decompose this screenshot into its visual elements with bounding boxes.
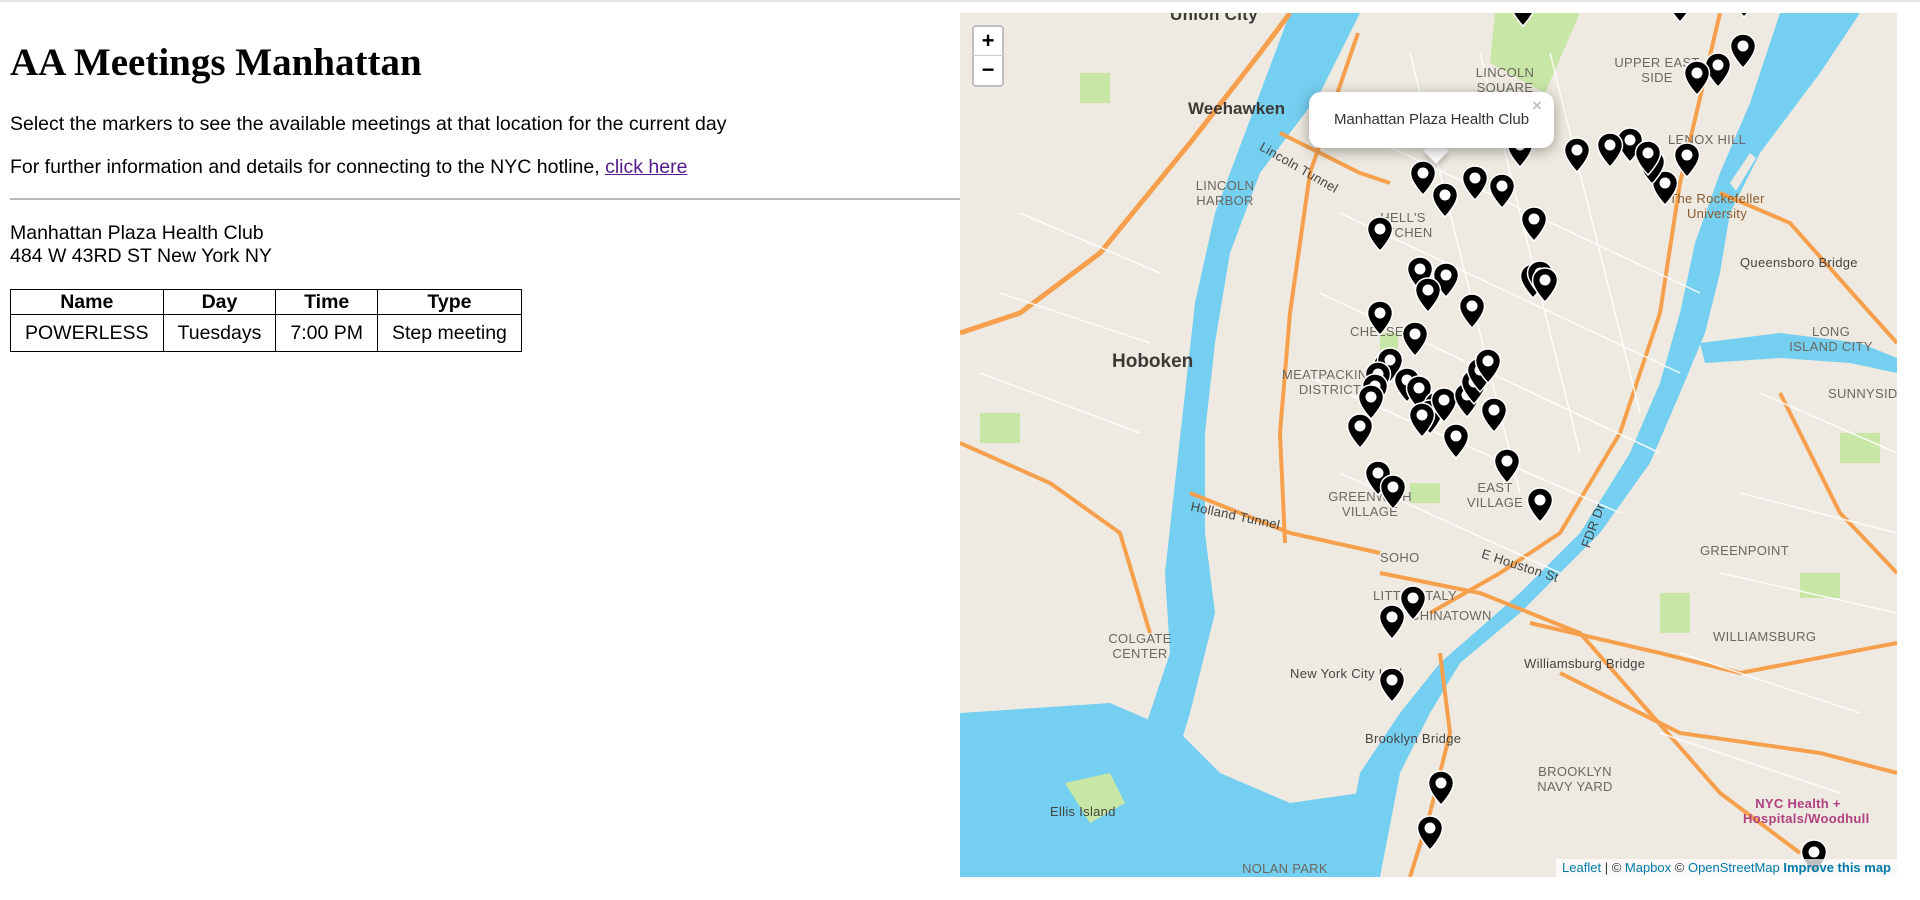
- meeting-location-marker[interactable]: [1442, 423, 1470, 459]
- meeting-location-marker[interactable]: [1346, 413, 1374, 449]
- attribution-separator: | ©: [1601, 860, 1625, 875]
- info-panel: AA Meetings Manhattan Select the markers…: [0, 2, 960, 900]
- hotline-text: For further information and details for …: [10, 156, 606, 178]
- cell-time: 7:00 PM: [275, 314, 378, 352]
- attribution-mapbox-link[interactable]: Mapbox: [1625, 860, 1671, 875]
- label-colgate-center: COLGATE CENTER: [1108, 631, 1172, 661]
- label-hoboken: Hoboken: [1112, 351, 1194, 372]
- meeting-location-marker[interactable]: [1596, 132, 1624, 168]
- label-east-village: EAST VILLAGE: [1466, 480, 1524, 510]
- table-header-row: Name Day Time Type: [10, 289, 522, 315]
- popup-text: Manhattan Plaza Health Club: [1333, 111, 1530, 128]
- attribution-osm-link[interactable]: OpenStreetMap: [1688, 860, 1780, 875]
- meeting-location-marker[interactable]: [1683, 60, 1711, 96]
- meeting-location-marker[interactable]: [1563, 137, 1591, 173]
- label-williamsburg: WILLIAMSBURG: [1713, 629, 1817, 644]
- location-block: Manhattan Plaza Health Club 484 W 43RD S…: [10, 222, 272, 268]
- meeting-location-marker[interactable]: [1378, 667, 1406, 703]
- label-long-island-city: LONG ISLAND CITY: [1789, 324, 1873, 354]
- attribution-separator: ©: [1671, 860, 1688, 875]
- meeting-location-marker[interactable]: [1379, 474, 1407, 510]
- label-soho: SOHO: [1380, 550, 1420, 565]
- label-lincoln-square: LINCOLN SQUARE: [1475, 65, 1535, 95]
- meeting-location-marker[interactable]: [1634, 140, 1662, 176]
- column-header-day: Day: [162, 289, 277, 315]
- meeting-location-marker[interactable]: [1730, 13, 1758, 18]
- cell-day: Tuesdays: [162, 314, 277, 352]
- meeting-location-marker[interactable]: [1399, 585, 1427, 621]
- label-greenpoint: GREENPOINT: [1700, 543, 1789, 558]
- meeting-location-marker[interactable]: [1509, 13, 1537, 27]
- label-nyc-health: NYC Health + Hospitals/Woodhull: [1743, 796, 1870, 826]
- location-name: Manhattan Plaza Health Club: [10, 222, 264, 244]
- map-popup: Manhattan Plaza Health Club: [1309, 92, 1554, 148]
- map-attribution: Leaflet | © Mapbox © OpenStreetMap Impro…: [1556, 859, 1897, 877]
- page-title: AA Meetings Manhattan: [10, 41, 422, 84]
- zoom-out-button[interactable]: −: [972, 55, 1004, 87]
- meeting-location-marker[interactable]: [1427, 770, 1455, 806]
- meeting-table: Name Day Time Type POWERLESS Tuesdays 7:…: [10, 289, 522, 352]
- cell-name: POWERLESS: [10, 314, 164, 352]
- meeting-location-marker[interactable]: [1666, 13, 1694, 23]
- hotline-link[interactable]: click here: [605, 156, 687, 178]
- meeting-location-marker[interactable]: [1474, 348, 1502, 384]
- divider: [10, 198, 960, 200]
- label-lincoln-harbor: LINCOLN HARBOR: [1195, 178, 1255, 208]
- meeting-location-marker[interactable]: [1531, 267, 1559, 303]
- attribution-leaflet-link[interactable]: Leaflet: [1562, 860, 1601, 875]
- meeting-location-marker[interactable]: [1520, 206, 1548, 242]
- meeting-location-marker[interactable]: [1414, 277, 1442, 313]
- label-williamsburg-bridge: Williamsburg Bridge: [1524, 656, 1646, 671]
- meeting-location-marker[interactable]: [1461, 165, 1489, 201]
- label-ellis-island: Ellis Island: [1050, 804, 1116, 819]
- label-weehawken: Weehawken: [1188, 99, 1286, 118]
- label-queensboro-bridge: Queensboro Bridge: [1740, 255, 1858, 270]
- instruction-text: Select the markers to see the available …: [10, 113, 727, 135]
- label-navy-yard: BROOKLYN NAVY YARD: [1537, 764, 1613, 794]
- popup-close-button[interactable]: ×: [1532, 97, 1548, 114]
- cell-type: Step meeting: [377, 314, 522, 352]
- meeting-location-marker[interactable]: [1729, 33, 1757, 69]
- label-nolan-park: NOLAN PARK: [1242, 861, 1328, 876]
- meeting-location-marker[interactable]: [1431, 182, 1459, 218]
- location-address: 484 W 43RD ST New York NY: [10, 245, 272, 267]
- meeting-location-marker[interactable]: [1416, 815, 1444, 851]
- zoom-in-button[interactable]: +: [972, 25, 1004, 57]
- meeting-location-marker[interactable]: [1488, 173, 1516, 209]
- label-sunnyside: SUNNYSIDE: [1828, 386, 1897, 401]
- improve-map-link[interactable]: Improve this map: [1783, 860, 1891, 875]
- column-header-type: Type: [377, 289, 522, 315]
- column-header-name: Name: [10, 289, 164, 315]
- meeting-location-marker[interactable]: [1480, 397, 1508, 433]
- column-header-time: Time: [275, 289, 378, 315]
- meeting-location-marker[interactable]: [1401, 321, 1429, 357]
- meeting-location-marker[interactable]: [1366, 300, 1394, 336]
- label-brooklyn-bridge: Brooklyn Bridge: [1365, 731, 1462, 746]
- table-row: POWERLESS Tuesdays 7:00 PM Step meeting: [10, 314, 522, 352]
- meeting-location-marker[interactable]: [1458, 293, 1486, 329]
- meeting-location-marker[interactable]: [1526, 487, 1554, 523]
- hotline-paragraph: For further information and details for …: [10, 156, 687, 179]
- meeting-location-marker[interactable]: [1366, 216, 1394, 252]
- meeting-location-marker[interactable]: [1493, 448, 1521, 484]
- map[interactable]: Union City Weehawken Hoboken LINCOLN HAR…: [960, 13, 1897, 877]
- label-union-city: Union City: [1170, 13, 1258, 24]
